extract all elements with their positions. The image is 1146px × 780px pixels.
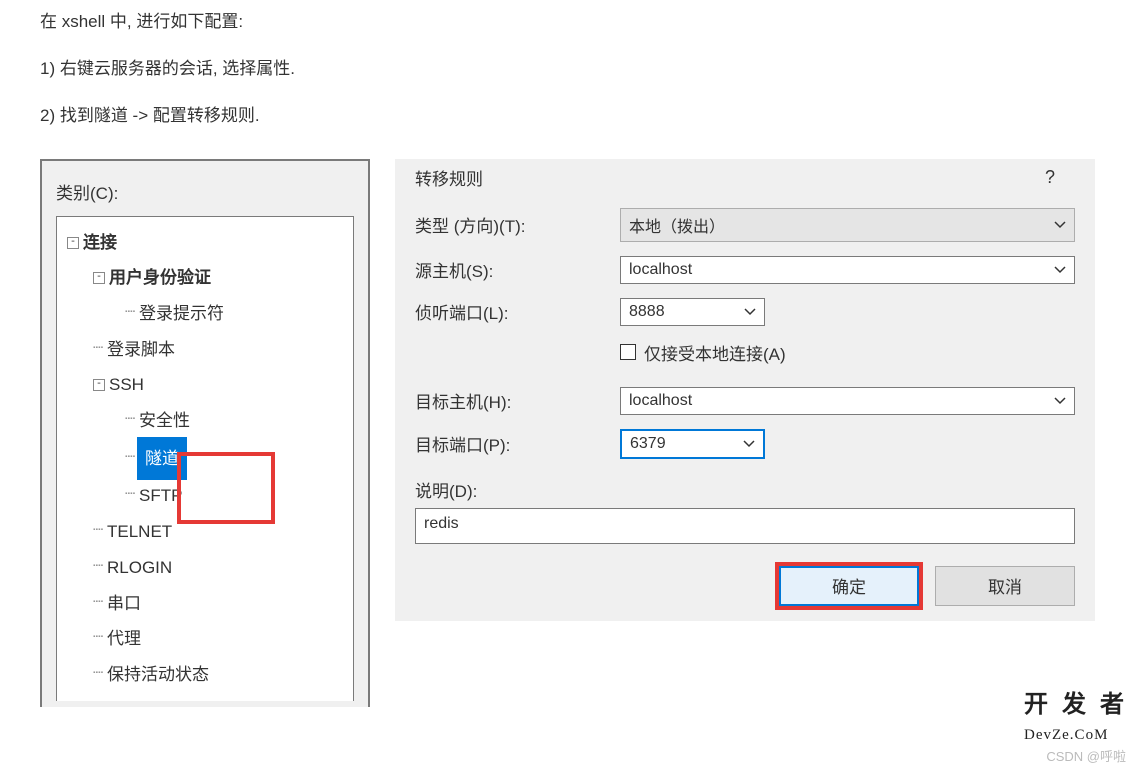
chevron-down-icon bbox=[743, 435, 755, 453]
tree-connector-icon: ┈ bbox=[125, 478, 139, 514]
watermark-csdn: CSDN @呼啦 bbox=[1046, 746, 1126, 765]
tree-item-security[interactable]: ┈ 安全性 bbox=[61, 403, 349, 439]
tree-item-serial[interactable]: ┈ 串口 bbox=[61, 586, 349, 622]
local-only-checkbox-row[interactable]: 仅接受本地连接(A) bbox=[620, 340, 1075, 365]
target-port-combobox[interactable]: 6379 bbox=[620, 429, 765, 459]
target-port-label: 目标端口(P): bbox=[415, 431, 620, 456]
tree-connector-icon: ┈ bbox=[125, 296, 139, 332]
target-host-combobox[interactable]: localhost bbox=[620, 387, 1075, 415]
tree-connector-icon: ┈ bbox=[93, 586, 107, 622]
intro-line-3: 2) 找到隧道 -> 配置转移规则. bbox=[40, 102, 1106, 131]
chevron-down-icon bbox=[1054, 216, 1066, 234]
intro-line-2: 1) 右键云服务器的会话, 选择属性. bbox=[40, 55, 1106, 84]
category-tree[interactable]: - 连接 - 用户身份验证 ┈ 登录提示符 ┈ 登录脚本 - SSH ┈ 安全性 bbox=[56, 216, 354, 701]
target-host-label: 目标主机(H): bbox=[415, 388, 620, 413]
tree-item-login-script[interactable]: ┈ 登录脚本 bbox=[61, 332, 349, 368]
type-label: 类型 (方向)(T): bbox=[415, 212, 620, 237]
dialog-title: 转移规则 bbox=[415, 165, 483, 190]
tree-connector-icon: ┈ bbox=[93, 550, 107, 586]
forwarding-rule-dialog: 转移规则 ? 类型 (方向)(T): 本地（拨出） 源主机(S): localh… bbox=[395, 159, 1095, 621]
collapse-icon[interactable]: - bbox=[67, 237, 79, 249]
tree-connector-icon: ┈ bbox=[93, 514, 107, 550]
tree-connector-icon: ┈ bbox=[93, 332, 107, 368]
tree-item-keepalive[interactable]: ┈ 保持活动状态 bbox=[61, 657, 349, 693]
chevron-down-icon bbox=[1054, 261, 1066, 279]
intro-line-1: 在 xshell 中, 进行如下配置: bbox=[40, 8, 1106, 37]
tree-item-rlogin[interactable]: ┈ RLOGIN bbox=[61, 550, 349, 586]
tree-connector-icon: ┈ bbox=[125, 403, 139, 439]
tree-item-sftp[interactable]: ┈ SFTP bbox=[61, 478, 349, 514]
tree-connector-icon: ┈ bbox=[93, 621, 107, 657]
help-icon[interactable]: ? bbox=[1045, 167, 1055, 188]
tree-item-tunnel-selected[interactable]: 隧道 bbox=[139, 439, 185, 479]
description-label: 说明(D): bbox=[415, 477, 1075, 502]
tree-item-tunnel[interactable]: ┈ 隧道 bbox=[61, 439, 349, 479]
listen-port-combobox[interactable]: 8888 bbox=[620, 298, 765, 326]
category-panel: 类别(C): - 连接 - 用户身份验证 ┈ 登录提示符 ┈ 登录脚本 - SS… bbox=[40, 159, 370, 707]
tree-item-proxy[interactable]: ┈ 代理 bbox=[61, 621, 349, 657]
chevron-down-icon bbox=[1054, 392, 1066, 410]
tree-connector-icon: ┈ bbox=[93, 657, 107, 693]
tree-item-ssh[interactable]: - SSH bbox=[61, 367, 349, 403]
type-dropdown[interactable]: 本地（拨出） bbox=[620, 208, 1075, 242]
tree-item-telnet[interactable]: ┈ TELNET bbox=[61, 514, 349, 550]
tree-connector-icon: ┈ bbox=[125, 441, 139, 477]
ok-button[interactable]: 确定 bbox=[779, 566, 919, 606]
source-host-combobox[interactable]: localhost bbox=[620, 256, 1075, 284]
chevron-down-icon bbox=[744, 303, 756, 321]
source-host-label: 源主机(S): bbox=[415, 257, 620, 282]
category-label: 类别(C): bbox=[56, 179, 354, 204]
watermark-brand: 开 发 者 DevZe.CoM bbox=[1024, 684, 1128, 746]
local-only-label: 仅接受本地连接(A) bbox=[644, 340, 786, 365]
tree-item-connection[interactable]: - 连接 bbox=[61, 225, 349, 261]
tree-item-login-prompt[interactable]: ┈ 登录提示符 bbox=[61, 296, 349, 332]
collapse-icon[interactable]: - bbox=[93, 272, 105, 284]
cancel-button[interactable]: 取消 bbox=[935, 566, 1075, 606]
tree-item-auth[interactable]: - 用户身份验证 bbox=[61, 260, 349, 296]
description-input[interactable]: redis bbox=[415, 508, 1075, 544]
listen-port-label: 侦听端口(L): bbox=[415, 299, 620, 324]
checkbox-icon[interactable] bbox=[620, 344, 636, 360]
collapse-icon[interactable]: - bbox=[93, 379, 105, 391]
